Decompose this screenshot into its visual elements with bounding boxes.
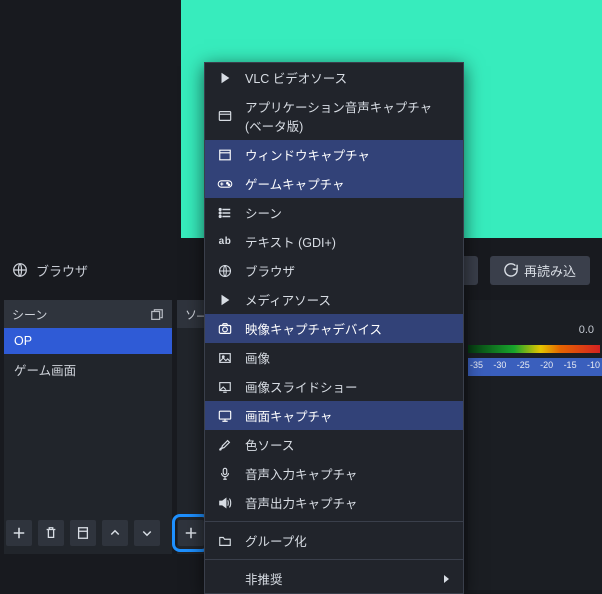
menu-item[interactable]: VLC ビデオソース	[205, 63, 463, 92]
ruler-tick: -10	[587, 360, 600, 370]
camera-icon	[217, 321, 233, 337]
menu-item-label: 音声出力キャプチャ	[245, 493, 357, 512]
move-up-button[interactable]	[102, 520, 128, 546]
blank-icon	[217, 571, 233, 587]
move-down-button[interactable]	[134, 520, 160, 546]
menu-item-label: 映像キャプチャデバイス	[245, 319, 382, 338]
menu-item[interactable]: アプリケーション音声キャプチャ (ベータ版)	[205, 92, 463, 140]
menu-item[interactable]: 色ソース	[205, 430, 463, 459]
ab-icon	[217, 108, 233, 124]
list-icon	[217, 205, 233, 221]
image-icon	[217, 350, 233, 366]
submenu-arrow-icon	[443, 574, 451, 584]
dock-icon[interactable]	[150, 308, 164, 322]
vu-ruler: -35 -30 -25 -20 -15 -10	[468, 358, 602, 370]
menu-separator	[205, 559, 463, 560]
ruler-tick: -25	[517, 360, 530, 370]
menu-item-label: 音声入力キャプチャ	[245, 464, 357, 483]
menu-item[interactable]: ウィンドウキャプチャ	[205, 140, 463, 169]
scenes-toolbar	[6, 520, 204, 546]
timecode: 0.0	[579, 324, 594, 336]
ruler-tick: -35	[470, 360, 483, 370]
text-icon: ab	[217, 234, 233, 250]
menu-item-label: ウィンドウキャプチャ	[245, 145, 370, 164]
scene-item[interactable]: ゲーム画面	[4, 354, 172, 385]
menu-item[interactable]: 非推奨	[205, 564, 463, 593]
scenes-header: シーン	[4, 301, 172, 328]
gamepad-icon	[217, 176, 233, 192]
menu-item[interactable]: シーン	[205, 198, 463, 227]
menu-item[interactable]: ブラウザ	[205, 256, 463, 285]
menu-item[interactable]: 映像キャプチャデバイス	[205, 314, 463, 343]
menu-item[interactable]: ゲームキャプチャ	[205, 169, 463, 198]
menu-item-label: グループ化	[245, 531, 307, 550]
menu-item-label: 色ソース	[245, 435, 294, 454]
slideshow-icon	[217, 379, 233, 395]
menu-item[interactable]: 画面キャプチャ	[205, 401, 463, 430]
menu-item[interactable]: 音声出力キャプチャ	[205, 488, 463, 517]
menu-item[interactable]: ab テキスト (GDI+)	[205, 227, 463, 256]
menu-item-label: ゲームキャプチャ	[245, 174, 345, 193]
mic-icon	[217, 466, 233, 482]
menu-item[interactable]: 画像スライドショー	[205, 372, 463, 401]
globe-icon	[12, 262, 28, 278]
globe-icon	[217, 263, 233, 279]
menu-item-label: 非推奨	[245, 569, 283, 588]
menu-item[interactable]: メディアソース	[205, 285, 463, 314]
menu-item[interactable]: 音声入力キャプチャ	[205, 459, 463, 488]
menu-item[interactable]: 画像	[205, 343, 463, 372]
reload-icon	[504, 263, 518, 277]
speaker-icon	[217, 495, 233, 511]
add-source-context-menu[interactable]: VLC ビデオソースアプリケーション音声キャプチャ (ベータ版) ウィンドウキャプ…	[204, 62, 464, 594]
menu-item-label: 画像スライドショー	[245, 377, 358, 396]
menu-separator	[205, 521, 463, 522]
scene-filters-button[interactable]	[70, 520, 96, 546]
menu-item-label: シーン	[245, 203, 282, 222]
scenes-title: シーン	[12, 306, 47, 323]
add-source-button[interactable]	[178, 520, 204, 546]
ruler-tick: -30	[493, 360, 506, 370]
menu-item-label: 画像	[245, 348, 270, 367]
vu-meter	[468, 345, 600, 353]
reload-button[interactable]: 再読み込	[490, 256, 590, 285]
reload-label: 再読み込	[524, 261, 576, 280]
mixer-area: 0.0 -35 -30 -25 -20 -15 -10	[468, 300, 602, 590]
menu-item-label: 画面キャプチャ	[245, 406, 332, 425]
source-type-label: ブラウザ	[12, 261, 88, 280]
monitor-icon	[217, 408, 233, 424]
scene-item[interactable]: OP	[4, 328, 172, 354]
scenes-panel: シーン OPゲーム画面	[4, 300, 172, 554]
delete-scene-button[interactable]	[38, 520, 64, 546]
play-icon	[217, 70, 233, 86]
play-icon	[217, 292, 233, 308]
scenes-list: OPゲーム画面	[4, 328, 172, 385]
menu-item-label: テキスト (GDI+)	[245, 232, 336, 251]
menu-item-label: VLC ビデオソース	[245, 68, 347, 87]
brush-icon	[217, 437, 233, 453]
ruler-tick: -15	[564, 360, 577, 370]
source-type-text: ブラウザ	[36, 261, 88, 280]
menu-item-label: メディアソース	[245, 290, 331, 309]
folder-icon	[217, 533, 233, 549]
add-scene-button[interactable]	[6, 520, 32, 546]
menu-item[interactable]: グループ化	[205, 526, 463, 555]
menu-item-label: アプリケーション音声キャプチャ (ベータ版)	[245, 97, 451, 135]
menu-item-label: ブラウザ	[245, 261, 295, 280]
window-icon	[217, 147, 233, 163]
ruler-tick: -20	[540, 360, 553, 370]
